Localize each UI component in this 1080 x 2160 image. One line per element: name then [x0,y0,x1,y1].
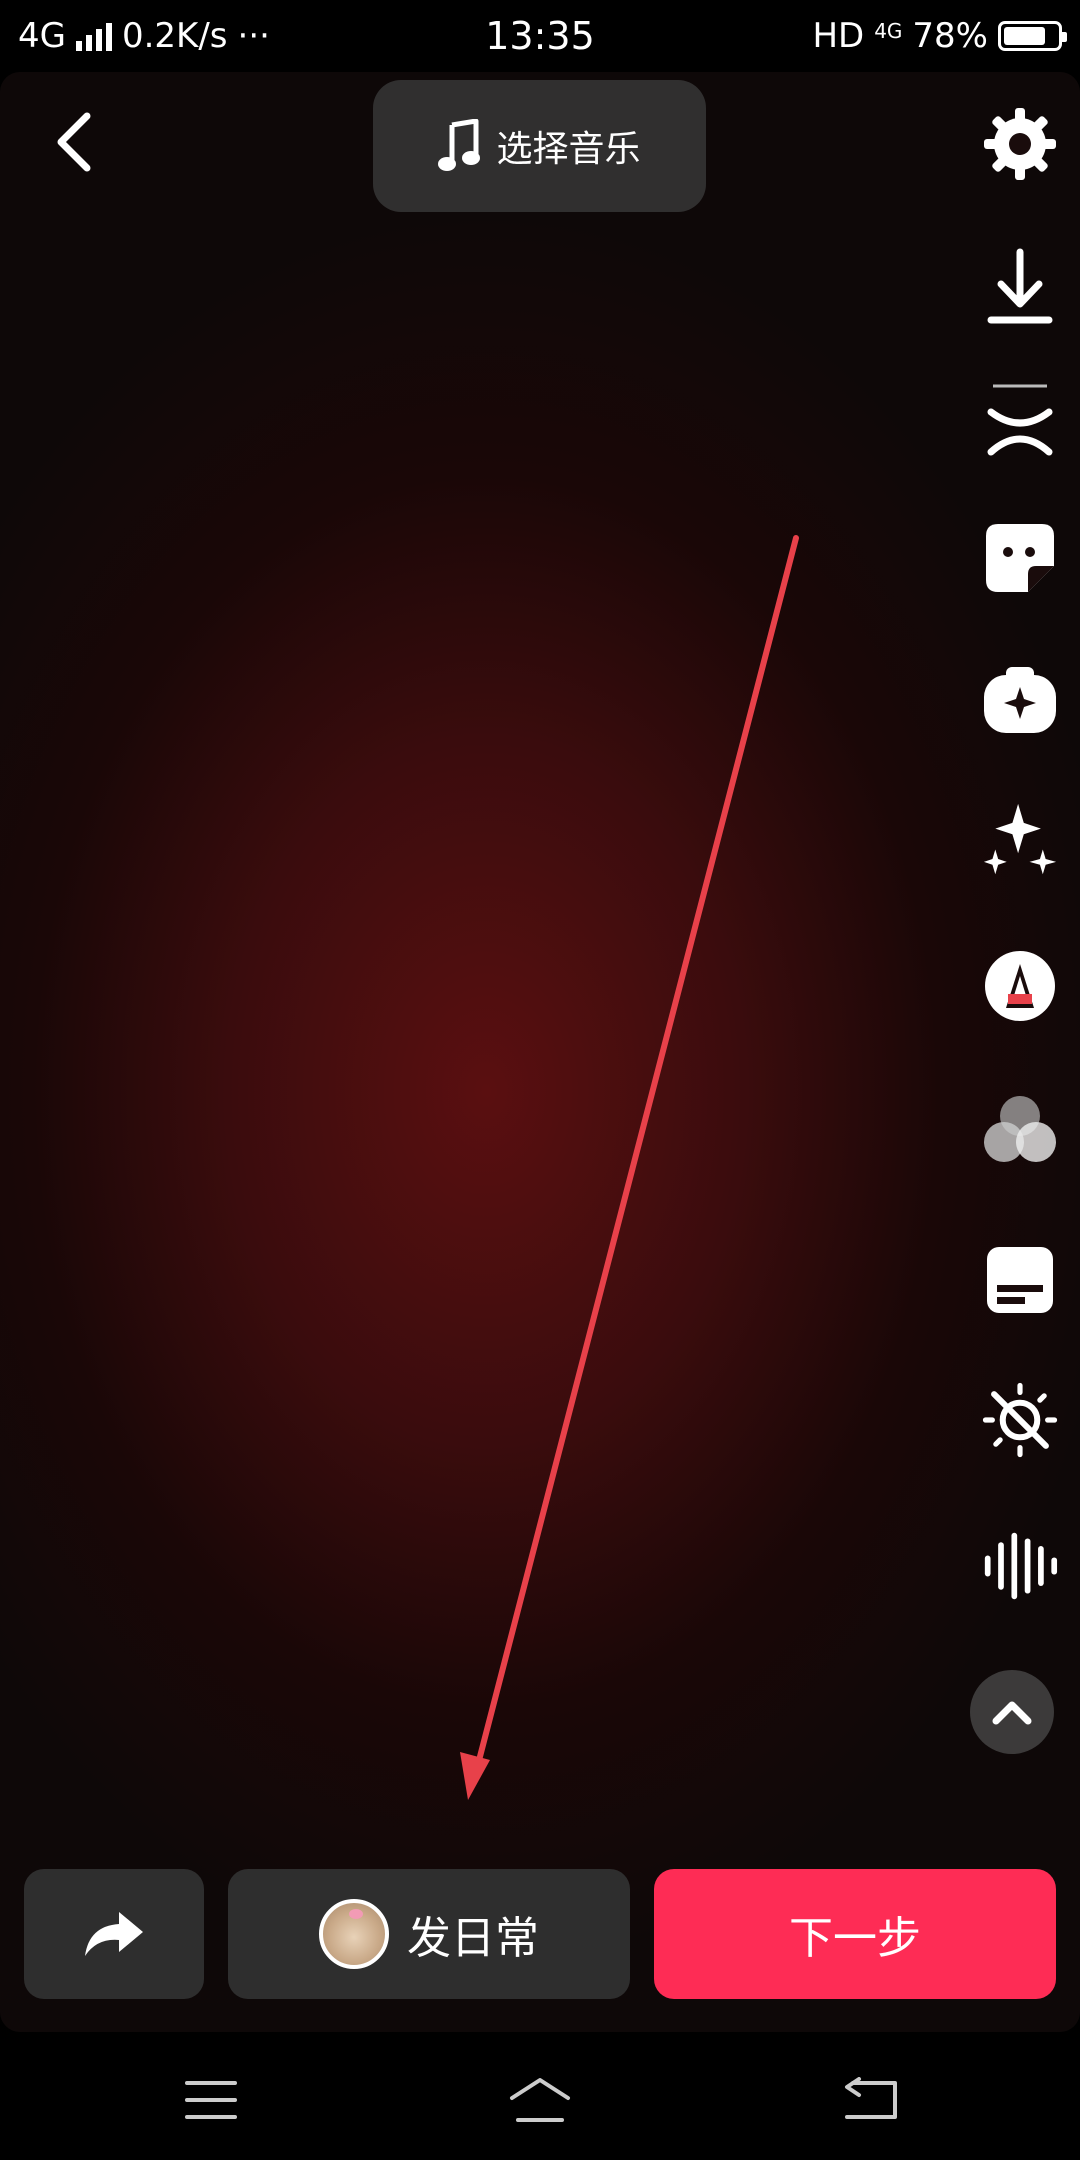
sticker-button[interactable] [982,520,1058,596]
avatar [319,1899,389,1969]
download-button[interactable] [982,248,1058,326]
annotation-arrow [460,535,799,1800]
effects-button[interactable] [982,662,1058,738]
next-step-label: 下一步 [789,1913,921,1964]
back-return-icon [845,2077,897,2119]
beauty-toggle[interactable] [982,1382,1058,1458]
filters-button[interactable] [982,1092,1058,1168]
back-nav-button[interactable] [824,2070,914,2130]
enhance-button[interactable] [982,802,1058,878]
text-icon [985,951,1055,1021]
beauty-off-icon [982,1382,1058,1458]
network-type: 4G [18,16,66,56]
share-arrow-icon [85,1912,143,1956]
status-left: 4G 0.2K/s ··· [18,16,270,56]
settings-button[interactable] [982,106,1058,182]
more-dots: ··· [237,16,270,56]
home-icon [510,2078,570,2122]
filter-circles-icon [984,1096,1056,1162]
effects-icon [984,667,1056,733]
chevron-up-icon [992,1701,1032,1725]
net-small: 4G [874,19,903,43]
download-icon [987,248,1053,324]
video-preview[interactable]: 选择音乐 [0,72,1080,2032]
cut-button[interactable] [982,382,1058,458]
menu-nav-button[interactable] [166,2070,256,2130]
status-right: HD 4G 78% [812,16,1067,56]
clock: 13:35 [485,14,595,58]
captions-icon [987,1247,1053,1313]
sparkles-icon [983,803,1057,875]
battery-icon [998,21,1067,51]
gear-icon [984,108,1056,180]
sticker-icon [986,524,1054,592]
battery-percent: 78% [912,16,988,56]
status-bar: 4G 0.2K/s ··· 13:35 HD 4G 78% [0,0,1080,72]
waveform-icon [984,1532,1058,1600]
text-button[interactable] [982,948,1058,1024]
collapse-toolbar-button[interactable] [970,1670,1054,1754]
hd-indicator: HD [812,16,865,56]
post-daily-button[interactable]: 发日常 [228,1869,630,1999]
signal-icon [75,21,112,51]
share-button[interactable] [24,1869,204,1999]
voice-button[interactable] [982,1528,1058,1604]
system-nav-bar [0,2040,1080,2160]
captions-button[interactable] [982,1242,1058,1318]
menu-icon [185,2081,237,2119]
bottom-actions: 发日常 下一步 [24,1869,1056,1999]
post-daily-label: 发日常 [407,1913,539,1964]
scissors-icon [987,384,1053,456]
side-toolbar [960,72,1080,2032]
network-speed: 0.2K/s [121,16,228,56]
next-step-button[interactable]: 下一步 [654,1869,1056,1999]
home-nav-button[interactable] [495,2070,585,2130]
